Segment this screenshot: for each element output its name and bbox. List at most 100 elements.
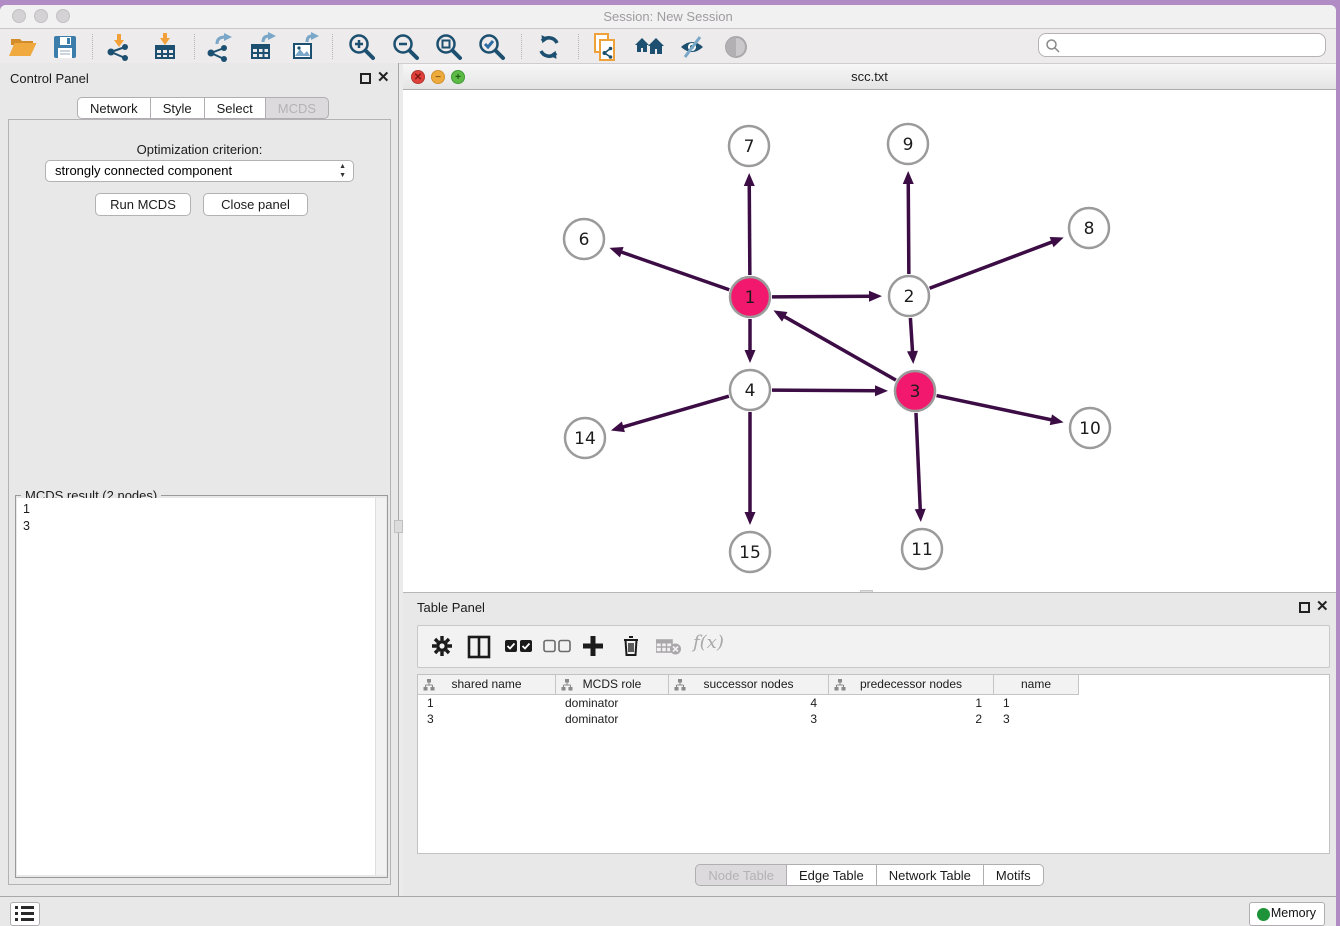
optimization-criterion-select[interactable]: strongly connected component ▲▼ (45, 160, 354, 182)
column-header-shared-name[interactable]: shared name (418, 675, 556, 695)
graph-edge-2-8[interactable] (930, 237, 1064, 288)
graph-edge-2-9[interactable] (903, 171, 914, 274)
delete-icon[interactable] (619, 634, 643, 663)
search-field[interactable] (1038, 33, 1326, 57)
zoom-fit-icon[interactable] (434, 32, 464, 62)
deselect-all-checkbox-icon[interactable] (543, 639, 571, 658)
network-canvas[interactable]: 7 9 6 8 1 2 4 3 14 10 15 11 (403, 90, 1336, 592)
open-folder-icon[interactable] (8, 32, 38, 62)
add-icon[interactable] (581, 634, 605, 663)
export-network-icon[interactable] (204, 32, 234, 62)
graph-node-2[interactable]: 2 (889, 276, 929, 316)
tab-style[interactable]: Style (151, 97, 205, 119)
memory-label: Memory (1271, 906, 1316, 920)
table-cell[interactable]: dominator (556, 711, 669, 727)
close-panel-button[interactable]: Close panel (203, 193, 308, 216)
svg-text:8: 8 (1084, 219, 1095, 239)
svg-text:10: 10 (1079, 419, 1101, 439)
import-table-icon[interactable] (150, 32, 180, 62)
import-network-icon[interactable] (104, 32, 134, 62)
tab-select[interactable]: Select (205, 97, 266, 119)
table-row[interactable]: 1dominator411 (418, 695, 1329, 711)
graph-node-7[interactable]: 7 (729, 126, 769, 166)
zoom-selected-icon[interactable] (477, 32, 507, 62)
table-cell[interactable]: 1 (418, 695, 556, 711)
eye-slash-icon[interactable] (677, 32, 707, 62)
mcds-result-text[interactable]: 1 3 (17, 498, 386, 875)
tab-edge-table[interactable]: Edge Table (787, 864, 877, 886)
duplicate-network-icon[interactable] (590, 32, 620, 62)
graph-node-1[interactable]: 1 (730, 277, 770, 317)
table-cell[interactable]: 2 (829, 711, 994, 727)
search-input[interactable] (1065, 36, 1319, 56)
table-cell[interactable]: 3 (418, 711, 556, 727)
graph-edge-4-14[interactable] (611, 396, 729, 432)
graph-edge-3-1[interactable] (773, 310, 895, 380)
graph-edge-1-4[interactable] (745, 319, 756, 363)
gear-icon[interactable] (430, 634, 454, 663)
tab-motifs[interactable]: Motifs (984, 864, 1044, 886)
table-toolbar: f(x) (417, 625, 1330, 668)
control-panel-tabs: NetworkStyleSelectMCDS (77, 97, 329, 119)
run-mcds-button[interactable]: Run MCDS (95, 193, 191, 216)
refresh-icon[interactable] (534, 32, 564, 62)
export-table-icon[interactable] (247, 32, 277, 62)
select-all-checkbox-icon[interactable] (505, 639, 533, 658)
column-header-successor-nodes[interactable]: successor nodes (669, 675, 829, 695)
graph-edge-3-11[interactable] (915, 413, 926, 522)
select-chevrons-icon: ▲▼ (339, 162, 346, 180)
graph-edge-2-3[interactable] (907, 318, 918, 364)
graph-node-9[interactable]: 9 (888, 124, 928, 164)
houses-icon[interactable] (633, 32, 663, 62)
svg-text:11: 11 (911, 540, 933, 560)
application-window: Session: New Session (0, 5, 1336, 926)
memory-button[interactable]: Memory (1249, 902, 1325, 926)
table-cell[interactable]: 3 (669, 711, 829, 727)
table-row[interactable]: 3dominator323 (418, 711, 1329, 727)
close-panel-icon[interactable]: ✕ (377, 68, 390, 86)
graph-node-4[interactable]: 4 (730, 370, 770, 410)
network-titlebar: ✕ − + scc.txt (403, 63, 1336, 90)
graph-edge-3-10[interactable] (937, 396, 1064, 426)
split-columns-icon[interactable] (467, 635, 491, 664)
graph-edge-1-7[interactable] (744, 173, 755, 275)
graph-node-6[interactable]: 6 (564, 219, 604, 259)
graph-edge-4-3[interactable] (772, 385, 888, 396)
tab-network[interactable]: Network (77, 97, 151, 119)
column-header-predecessor-nodes[interactable]: predecessor nodes (829, 675, 994, 695)
table-cell[interactable]: 4 (669, 695, 829, 711)
graph-node-3[interactable]: 3 (895, 371, 935, 411)
float-panel-icon[interactable] (360, 73, 371, 84)
table-float-icon[interactable] (1299, 602, 1310, 613)
toolbar-separator (332, 34, 333, 59)
tab-node-table[interactable]: Node Table (695, 864, 787, 886)
save-icon[interactable] (50, 32, 80, 62)
status-bar: Memory (0, 896, 1336, 926)
svg-text:4: 4 (745, 381, 756, 401)
graph-node-11[interactable]: 11 (902, 529, 942, 569)
graph-edge-1-2[interactable] (772, 291, 882, 302)
vertical-splitter-handle[interactable] (394, 520, 403, 533)
export-image-icon[interactable] (290, 32, 320, 62)
table-close-icon[interactable]: ✕ (1316, 597, 1329, 615)
tab-network-table[interactable]: Network Table (877, 864, 984, 886)
column-header-name[interactable]: name (994, 675, 1079, 695)
column-header-MCDS-role[interactable]: MCDS role (556, 675, 669, 695)
graph-node-8[interactable]: 8 (1069, 208, 1109, 248)
zoom-out-icon[interactable] (391, 32, 421, 62)
table-cell[interactable]: 1 (994, 695, 1079, 711)
delete-table-icon (656, 638, 682, 661)
optimization-criterion-label: Optimization criterion: (9, 142, 390, 157)
graph-edge-4-15[interactable] (745, 412, 756, 525)
mcds-result-scrollbar[interactable] (375, 498, 386, 875)
graph-node-15[interactable]: 15 (730, 532, 770, 572)
task-history-button[interactable] (10, 902, 40, 926)
table-cell[interactable]: 3 (994, 711, 1079, 727)
graph-node-10[interactable]: 10 (1070, 408, 1110, 448)
graph-edge-1-6[interactable] (609, 247, 729, 290)
tab-mcds[interactable]: MCDS (266, 97, 329, 119)
zoom-in-icon[interactable] (347, 32, 377, 62)
table-cell[interactable]: dominator (556, 695, 669, 711)
table-cell[interactable]: 1 (829, 695, 994, 711)
graph-node-14[interactable]: 14 (565, 418, 605, 458)
